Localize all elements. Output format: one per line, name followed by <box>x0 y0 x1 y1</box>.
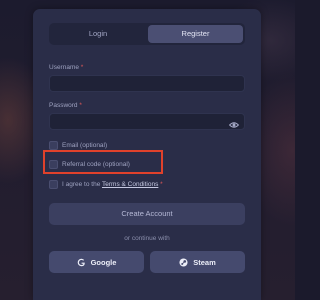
terms-option-row: I agree to the Terms & Conditions * <box>49 179 163 189</box>
email-option-row: Email (optional) <box>49 140 107 150</box>
email-checkbox[interactable] <box>49 140 58 150</box>
username-input[interactable] <box>49 75 245 92</box>
username-label: Username * <box>49 64 84 71</box>
eye-icon[interactable] <box>228 117 240 128</box>
password-label: Password * <box>49 102 82 109</box>
steam-login-button[interactable]: Steam <box>150 251 245 273</box>
steam-icon <box>179 257 188 267</box>
email-checkbox-label: Email (optional) <box>62 141 108 149</box>
tab-login[interactable]: Login <box>49 23 147 45</box>
divider-text: or continue with <box>124 235 170 242</box>
google-icon <box>77 258 86 267</box>
steam-button-label: Steam <box>193 257 216 267</box>
tab-register[interactable]: Register <box>148 25 243 43</box>
create-account-button[interactable]: Create Account <box>49 203 245 225</box>
terms-checkbox[interactable] <box>49 179 58 189</box>
terms-link[interactable]: Terms & Conditions <box>102 181 158 188</box>
auth-tabs: Login Register <box>49 23 245 45</box>
google-button-label: Google <box>90 257 117 267</box>
google-login-button[interactable]: Google <box>49 251 144 273</box>
required-mark: * <box>160 180 163 188</box>
referral-highlight-box <box>43 150 163 174</box>
required-mark: * <box>79 102 82 109</box>
password-input[interactable] <box>49 113 245 130</box>
terms-checkbox-label: I agree to the Terms & Conditions * <box>62 180 163 188</box>
required-mark: * <box>80 64 84 71</box>
